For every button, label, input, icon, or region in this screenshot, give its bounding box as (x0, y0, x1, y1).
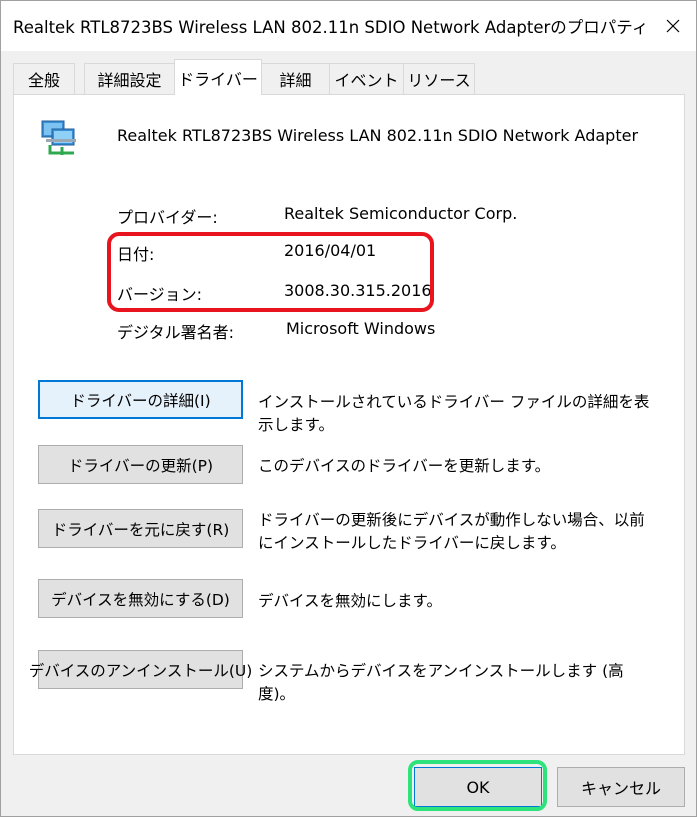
rollback-driver-button[interactable]: ドライバーを元に戻す(R) (38, 509, 243, 548)
tab-details[interactable]: 詳細 (261, 63, 330, 94)
tab-general[interactable]: 全般 (13, 63, 75, 94)
device-name: Realtek RTL8723BS Wireless LAN 802.11n S… (117, 126, 639, 145)
provider-label: プロバイダー: (117, 208, 218, 227)
close-icon (666, 19, 680, 33)
provider-value: Realtek Semiconductor Corp. (284, 204, 518, 223)
cancel-button[interactable]: キャンセル (557, 767, 685, 807)
properties-dialog: Realtek RTL8723BS Wireless LAN 802.11n S… (0, 0, 697, 817)
disable-device-description: デバイスを無効にします。 (258, 592, 442, 610)
signer-value: Microsoft Windows (286, 319, 436, 338)
disable-device-button[interactable]: デバイスを無効にする(D) (38, 579, 243, 618)
driver-details-button[interactable]: ドライバーの詳細(I) (38, 380, 243, 419)
driver-tab-panel: Realtek RTL8723BS Wireless LAN 802.11n S… (13, 94, 685, 755)
tab-events[interactable]: イベント (329, 63, 404, 94)
rollback-driver-description: ドライバーの更新後にデバイスが動作しない場合、以前にインストールしたドライバーに… (258, 511, 645, 552)
update-driver-description: このデバイスのドライバーを更新します。 (258, 457, 551, 475)
date-version-highlight (107, 232, 434, 312)
tab-advanced[interactable]: 詳細設定 (84, 63, 175, 94)
window-title: Realtek RTL8723BS Wireless LAN 802.11n S… (13, 18, 649, 37)
tab-resources[interactable]: リソース (403, 63, 475, 94)
network-adapter-icon (41, 120, 76, 155)
uninstall-device-description: システムからデバイスをアンインストールします (高度)。 (258, 662, 624, 703)
close-button[interactable] (650, 1, 696, 51)
title-bar: Realtek RTL8723BS Wireless LAN 802.11n S… (1, 1, 696, 51)
tab-driver[interactable]: ドライバー (174, 59, 262, 95)
signer-label: デジタル署名者: (117, 323, 235, 342)
update-driver-button[interactable]: ドライバーの更新(P) (38, 445, 243, 484)
driver-details-description: インストールされているドライバー ファイルの詳細を表示します。 (258, 393, 650, 434)
ok-button-highlight (408, 760, 547, 811)
uninstall-device-button[interactable]: デバイスのアンインストール(U) (29, 650, 252, 689)
